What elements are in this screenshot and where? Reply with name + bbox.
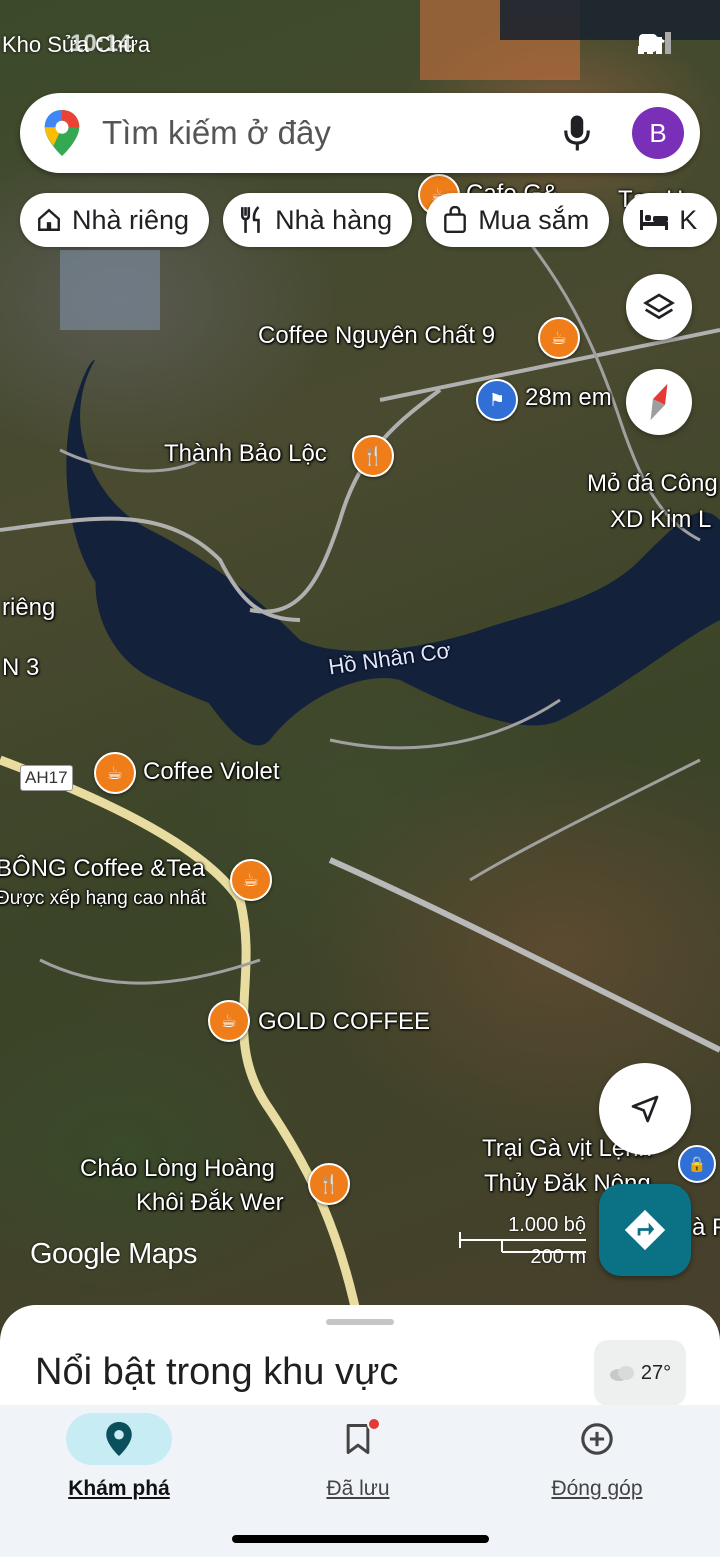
search-placeholder[interactable]: Tìm kiếm ở đây bbox=[102, 114, 562, 152]
category-chips: Nhà riêng Nhà hàng Mua sắm K bbox=[20, 193, 718, 247]
bookmark-icon bbox=[346, 1423, 370, 1455]
chip-home[interactable]: Nhà riêng bbox=[20, 193, 210, 247]
place-label[interactable]: N 3 bbox=[2, 654, 39, 682]
place-label[interactable]: XD Kim L bbox=[610, 506, 711, 534]
fork-knife-icon: 🍴 bbox=[317, 1173, 341, 1194]
search-bar[interactable]: Tìm kiếm ở đây B bbox=[20, 93, 700, 173]
scale-bar bbox=[459, 1232, 586, 1253]
compass-button[interactable] bbox=[626, 369, 692, 435]
cafe-poi-marker[interactable]: ☕ bbox=[208, 1000, 250, 1042]
place-label[interactable]: BÔNG Coffee &Tea bbox=[0, 855, 205, 883]
sheet-title: Nổi bật trong khu vực bbox=[35, 1351, 399, 1393]
cafe-poi-marker[interactable]: ☕ bbox=[94, 752, 136, 794]
chip-label: Nhà riêng bbox=[72, 204, 190, 235]
place-label[interactable]: riêng bbox=[2, 594, 55, 622]
cafe-poi-marker[interactable]: ☕ bbox=[538, 317, 580, 359]
flag-icon: ⚑ bbox=[488, 389, 506, 410]
cup-icon: ☕ bbox=[550, 327, 568, 348]
battery-icon bbox=[639, 34, 657, 52]
place-label[interactable]: à F bbox=[692, 1214, 720, 1242]
cup-icon: ☕ bbox=[106, 762, 124, 783]
directions-icon bbox=[624, 1209, 666, 1251]
chip-hotel[interactable]: K bbox=[623, 193, 718, 247]
place-label[interactable]: Coffee Violet bbox=[143, 758, 280, 786]
tab-label: Đã lưu bbox=[326, 1477, 390, 1500]
tab-contribute-indicator bbox=[544, 1413, 650, 1465]
cup-icon: ☕ bbox=[220, 1010, 238, 1031]
place-label[interactable]: GOLD COFFEE bbox=[258, 1008, 430, 1036]
place-label[interactable]: Cháo Lòng Hoàng bbox=[80, 1155, 275, 1183]
add-circle-icon bbox=[581, 1423, 613, 1455]
road-shield: AH17 bbox=[20, 765, 73, 791]
place-label[interactable]: Thành Bảo Lộc bbox=[164, 440, 327, 468]
cafe-poi-marker[interactable]: ☕ bbox=[230, 859, 272, 901]
layers-button[interactable] bbox=[626, 274, 692, 340]
sheet-drag-handle[interactable] bbox=[326, 1319, 394, 1325]
tab-label: Khám phá bbox=[68, 1477, 170, 1500]
google-maps-pin-icon bbox=[44, 110, 80, 156]
avatar[interactable]: B bbox=[632, 107, 684, 159]
my-location-button[interactable] bbox=[599, 1063, 691, 1155]
place-label[interactable]: 28m em bbox=[525, 384, 612, 412]
temperature: 27° bbox=[640, 1361, 672, 1384]
place-label[interactable]: Coffee Nguyên Chất 9 bbox=[258, 322, 495, 350]
mic-icon[interactable] bbox=[562, 113, 592, 153]
location-arrow-icon bbox=[631, 1095, 659, 1123]
flag-poi-marker[interactable]: ⚑ bbox=[476, 379, 518, 421]
chip-restaurant[interactable]: Nhà hàng bbox=[223, 193, 413, 247]
status-bar: Kho Sửa Chữa 10:14 bbox=[0, 30, 720, 60]
restaurant-icon bbox=[241, 206, 260, 233]
tab-label: Đóng góp bbox=[551, 1477, 643, 1500]
weather-badge[interactable]: 27° bbox=[594, 1340, 686, 1406]
fork-knife-icon: 🍴 bbox=[361, 445, 385, 466]
lock-poi-marker[interactable]: 🔒 bbox=[678, 1145, 716, 1183]
chip-label: Mua sắm bbox=[478, 204, 590, 235]
cup-icon: ☕ bbox=[242, 869, 260, 890]
status-time: 10:14 bbox=[70, 30, 132, 57]
shopping-bag-icon bbox=[444, 206, 467, 234]
tab-saved-indicator bbox=[305, 1413, 411, 1465]
chip-label: K bbox=[679, 204, 698, 235]
place-label[interactable]: Mỏ đá Công bbox=[587, 470, 718, 498]
home-icon bbox=[38, 208, 60, 231]
place-subtitle: Được xếp hạng cao nhất bbox=[0, 888, 207, 909]
tab-explore[interactable]: Khám phá bbox=[19, 1405, 219, 1501]
lock-icon: 🔒 bbox=[687, 1156, 707, 1173]
hotel-icon bbox=[640, 210, 669, 230]
chip-label: Nhà hàng bbox=[275, 204, 393, 235]
chip-shopping[interactable]: Mua sắm bbox=[426, 193, 610, 247]
layers-icon bbox=[643, 293, 675, 320]
google-maps-logo: Google Maps bbox=[30, 1238, 198, 1270]
directions-button[interactable] bbox=[599, 1184, 691, 1276]
restaurant-poi-marker[interactable]: 🍴 bbox=[308, 1163, 350, 1205]
cloud-icon bbox=[609, 1366, 634, 1381]
restaurant-poi-marker[interactable]: 🍴 bbox=[352, 435, 394, 477]
tab-contribute[interactable]: Đóng góp bbox=[497, 1405, 697, 1501]
place-label[interactable]: Khôi Đắk Wer bbox=[136, 1189, 284, 1217]
tab-saved[interactable]: Đã lưu bbox=[258, 1405, 458, 1501]
explore-pin-icon bbox=[106, 1422, 132, 1456]
notification-dot bbox=[367, 1417, 381, 1431]
map-scale: 1.000 bộ 200 m bbox=[458, 1214, 588, 1274]
compass-icon bbox=[650, 383, 668, 421]
home-indicator[interactable] bbox=[232, 1535, 489, 1543]
tab-explore-indicator bbox=[66, 1413, 172, 1465]
